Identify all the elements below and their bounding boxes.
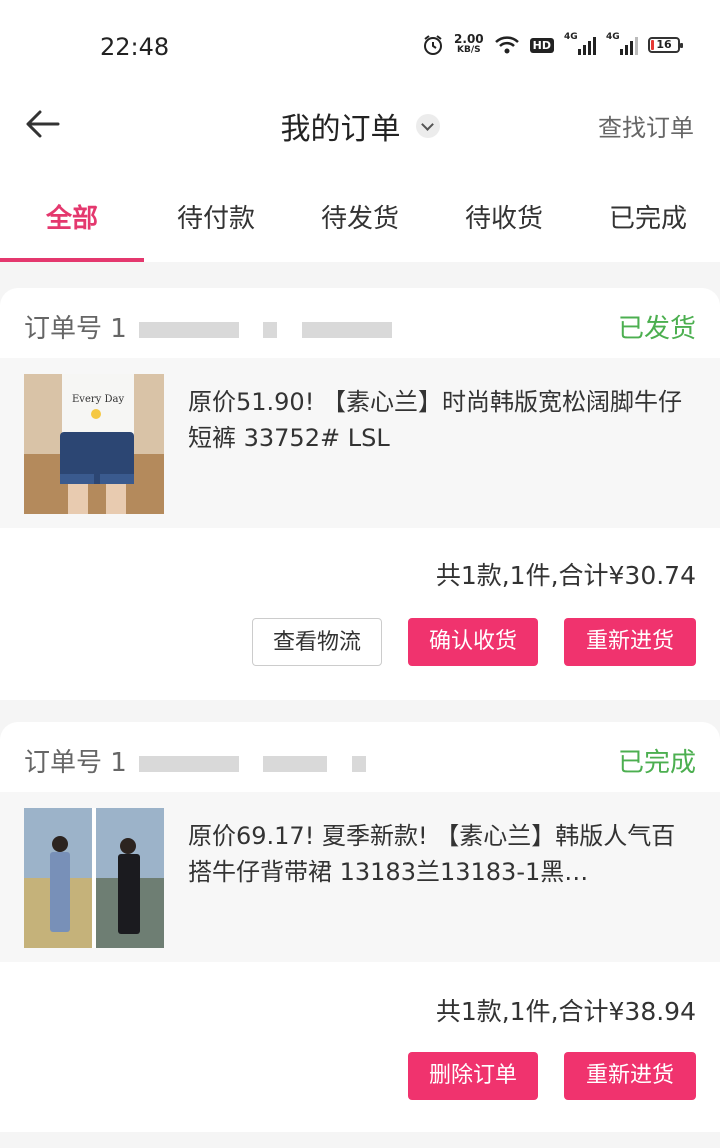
product-row[interactable]: Every Day 原价51.90! 【素心兰】时尚韩版宽松阔脚牛仔短裤 337…: [0, 358, 720, 528]
order-header: 订单号 1 已完成: [0, 722, 720, 792]
delete-order-button[interactable]: 删除订单: [408, 1052, 538, 1100]
order-card[interactable]: 订单号 1 已发货 Every Day 原价51.90! 【素心兰】时尚韩版宽松…: [0, 288, 720, 700]
redacted-block: [263, 755, 328, 772]
order-number: 订单号 1: [24, 308, 392, 345]
view-logistics-button[interactable]: 查看物流: [252, 618, 382, 666]
clock: 22:48: [100, 33, 170, 61]
tab-completed[interactable]: 已完成: [576, 156, 720, 262]
tab-pending-shipment[interactable]: 待发货: [288, 156, 432, 262]
search-order-link[interactable]: 查找订单: [598, 108, 694, 143]
chevron-down-icon: [415, 114, 440, 138]
page-title: 我的订单: [280, 112, 401, 147]
order-status: 已发货: [617, 314, 696, 344]
battery-icon: 16: [648, 37, 683, 53]
confirm-receipt-button[interactable]: 确认收货: [408, 618, 538, 666]
order-status: 已完成: [617, 748, 696, 778]
order-card[interactable]: 订单号 1 已完成 原价69.17! 夏季新款! 【素心兰】韩版人气百搭牛仔背带…: [0, 722, 720, 1132]
product-thumbnail[interactable]: [24, 808, 164, 948]
order-tabs: 全部 待付款 待发货 待收货 已完成: [0, 156, 720, 262]
nav-header: 我的订单 查找订单: [0, 92, 720, 156]
tab-all[interactable]: 全部: [0, 156, 144, 262]
redacted-block: [351, 755, 366, 772]
network-speed: 2.00 KB/S: [454, 32, 484, 55]
redacted-block: [139, 755, 240, 772]
signal-icon-2: 4G: [606, 32, 638, 55]
svg-text:Every Day: Every Day: [72, 394, 124, 405]
alarm-icon: [424, 35, 443, 55]
redacted-block: [263, 321, 278, 338]
order-number: 订单号 1: [24, 742, 366, 779]
restock-button[interactable]: 重新进货: [564, 1052, 696, 1100]
product-name[interactable]: 原价51.90! 【素心兰】时尚韩版宽松阔脚牛仔短裤 33752# LSL: [188, 384, 698, 456]
redacted-block: [301, 321, 392, 338]
status-bar: 22:48 2.00 KB/S HD 4G 4G 16: [0, 0, 720, 92]
tab-pending-receipt[interactable]: 待收货: [432, 156, 576, 262]
wifi-icon: [494, 36, 519, 54]
signal-icon: 4G: [564, 32, 596, 55]
order-total: 共1款,1件,合计¥38.94: [435, 997, 696, 1026]
product-name[interactable]: 原价69.17! 夏季新款! 【素心兰】韩版人气百搭牛仔背带裙 13183兰13…: [188, 818, 698, 890]
tab-pending-payment[interactable]: 待付款: [144, 156, 288, 262]
product-row[interactable]: 原价69.17! 夏季新款! 【素心兰】韩版人气百搭牛仔背带裙 13183兰13…: [0, 792, 720, 962]
redacted-block: [139, 321, 240, 338]
order-header: 订单号 1 已发货: [0, 288, 720, 358]
hd-badge: HD: [529, 37, 554, 53]
restock-button[interactable]: 重新进货: [564, 618, 696, 666]
status-icons: 2.00 KB/S HD 4G 4G 16: [422, 32, 683, 56]
order-total: 共1款,1件,合计¥30.74: [435, 561, 696, 590]
product-thumbnail[interactable]: Every Day: [24, 374, 164, 514]
